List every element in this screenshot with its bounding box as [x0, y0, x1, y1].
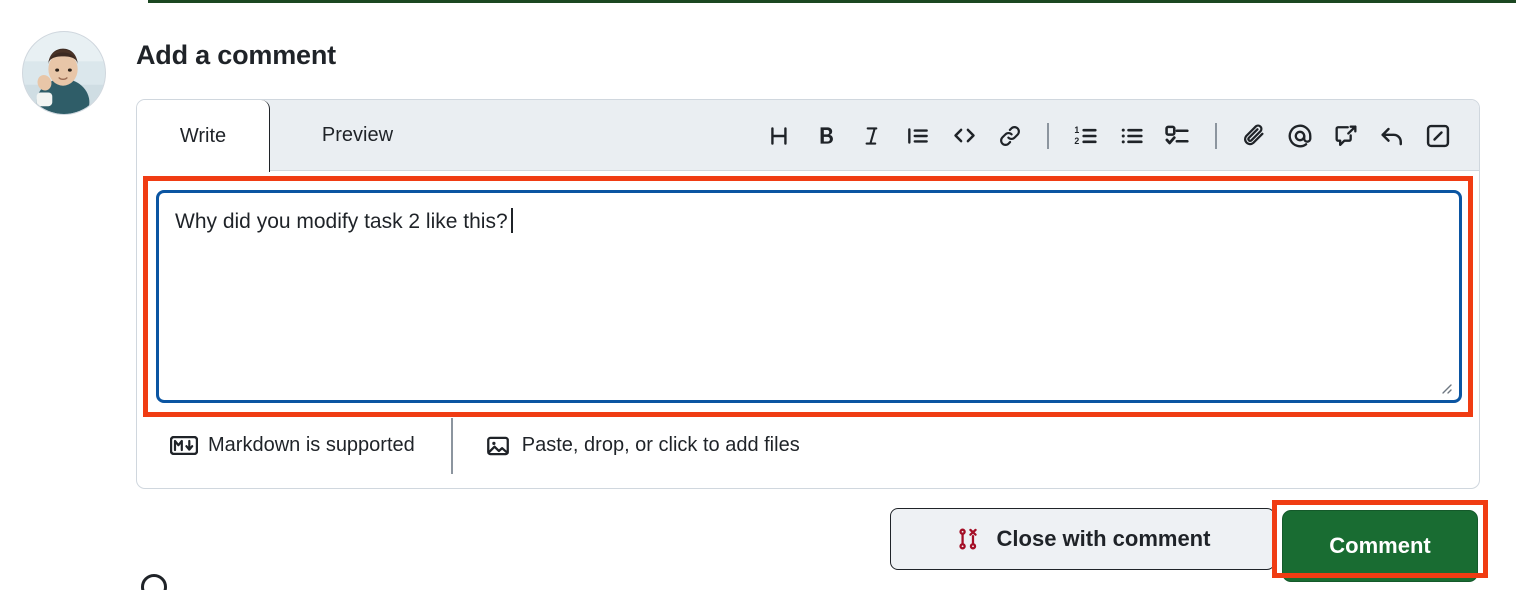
numbered-list-icon[interactable]: 1 2	[1063, 113, 1109, 159]
slash-command-icon[interactable]	[1415, 113, 1461, 159]
mention-icon[interactable]	[1277, 113, 1323, 159]
svg-text:1: 1	[1074, 125, 1079, 135]
tab-write[interactable]: Write	[137, 100, 270, 172]
avatar-photo	[23, 32, 105, 114]
add-files-button[interactable]: Paste, drop, or click to add files	[484, 433, 800, 459]
comment-text-value: Why did you modify task 2 like this?	[175, 210, 508, 233]
quote-icon[interactable]	[895, 113, 941, 159]
task-list-icon[interactable]	[1155, 113, 1201, 159]
tab-preview[interactable]: Preview	[270, 100, 445, 171]
add-files-label: Paste, drop, or click to add files	[521, 434, 800, 456]
tab-preview-label: Preview	[321, 124, 394, 146]
close-with-comment-button[interactable]: Close with comment	[890, 508, 1275, 570]
tab-write-label: Write	[179, 124, 227, 147]
svg-text:2: 2	[1074, 136, 1079, 146]
markdown-icon	[170, 436, 198, 455]
footer-separator	[450, 417, 453, 474]
closed-pull-request-icon	[958, 528, 977, 550]
markdown-supported-label: Markdown is supported	[208, 434, 415, 456]
saved-reply-icon[interactable]	[1369, 113, 1415, 159]
comment-composer: Write Preview 1 2 Why did you modify tas…	[136, 99, 1480, 489]
text-caret	[510, 208, 513, 233]
resize-grip-icon[interactable]	[1437, 379, 1453, 395]
timeline-next-avatar	[141, 574, 167, 590]
avatar[interactable]	[22, 31, 106, 115]
toolbar-separator-1	[1047, 122, 1049, 149]
image-icon	[486, 436, 509, 455]
reference-icon[interactable]	[1323, 113, 1369, 159]
page-title: Add a comment	[136, 40, 336, 70]
composer-actions: Close with comment Comment	[0, 508, 1516, 582]
composer-tabbar: Write Preview 1 2	[137, 100, 1479, 172]
composer-footer: Markdown is supported Paste, drop, or cl…	[137, 403, 1479, 488]
link-icon[interactable]	[987, 113, 1033, 159]
comment-button[interactable]: Comment	[1282, 510, 1478, 582]
comment-button-label: Comment	[1329, 533, 1431, 558]
comment-textarea[interactable]: Why did you modify task 2 like this?	[156, 190, 1462, 403]
comment-textarea-wrapper: Why did you modify task 2 like this?	[156, 190, 1462, 403]
heading-icon[interactable]	[757, 113, 803, 159]
bulleted-list-icon[interactable]	[1109, 113, 1155, 159]
markdown-toolbar: 1 2	[757, 100, 1461, 171]
attach-file-icon[interactable]	[1231, 113, 1277, 159]
markdown-supported-link[interactable]: Markdown is supported	[170, 434, 415, 457]
toolbar-separator-2	[1215, 122, 1217, 149]
italic-icon[interactable]	[849, 113, 895, 159]
bold-icon[interactable]	[803, 113, 849, 159]
code-icon[interactable]	[941, 113, 987, 159]
timeline-divider	[148, 0, 1516, 3]
close-with-comment-label: Close with comment	[996, 526, 1211, 551]
comment-composer-page: Add a comment Write Preview 1 2 Why did …	[0, 0, 1516, 590]
